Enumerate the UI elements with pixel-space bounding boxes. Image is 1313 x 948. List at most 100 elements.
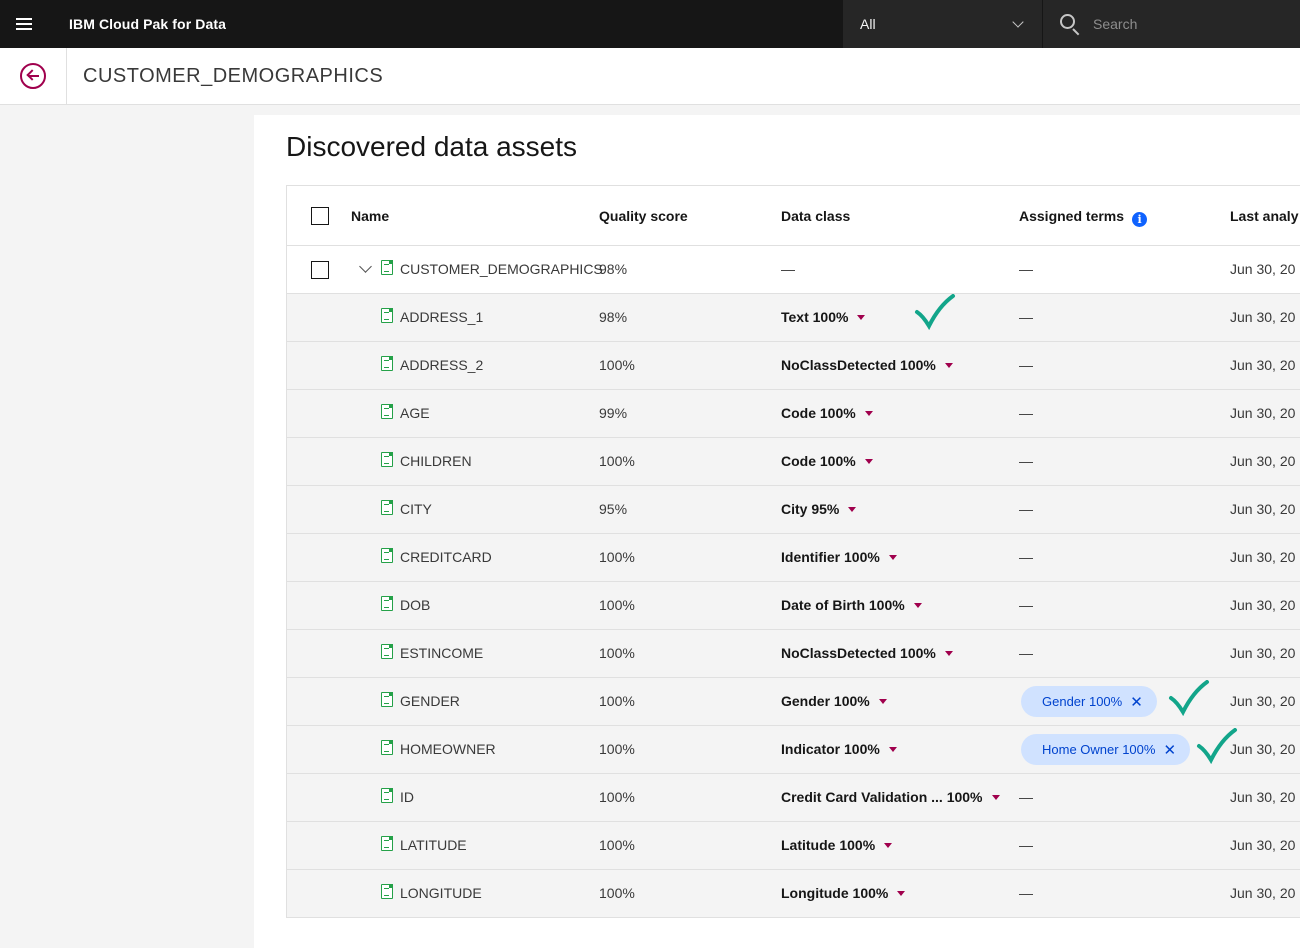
table-row[interactable]: GENDER 100% Gender 100% Jun 30, 20 Gende…	[287, 678, 1300, 726]
main-content: Discovered data assets Name Quality scor…	[254, 115, 1300, 948]
quality-score: 100%	[599, 549, 635, 565]
column-name[interactable]: AGE	[400, 405, 430, 421]
column-name[interactable]: CHILDREN	[400, 453, 472, 469]
caret-down-icon	[913, 603, 922, 608]
table-row[interactable]: ADDRESS_1 98% Text 100% — Jun 30, 20	[287, 294, 1300, 342]
column-file-icon	[381, 644, 393, 659]
data-class-dropdown[interactable]: Latitude 100%	[781, 837, 893, 853]
quality-score: 100%	[599, 597, 635, 613]
data-assets-table: Name Quality score Data class Assigned t…	[286, 185, 1300, 918]
quality-score: 95%	[599, 501, 628, 517]
quality-score: 100%	[599, 741, 635, 757]
column-header-data-class[interactable]: Data class	[781, 208, 850, 224]
data-class-value: Text 100%	[781, 309, 849, 325]
column-name[interactable]: LONGITUDE	[400, 885, 482, 901]
column-name[interactable]: ESTINCOME	[400, 645, 483, 661]
assigned-terms: —	[1019, 357, 1033, 373]
column-header-last-analyzed[interactable]: Last analy	[1230, 208, 1298, 224]
table-row[interactable]: ADDRESS_2 100% NoClassDetected 100% — Ju…	[287, 342, 1300, 390]
hamburger-menu-button[interactable]	[0, 0, 48, 48]
quality-score: 100%	[599, 645, 635, 661]
data-class-dropdown[interactable]: NoClassDetected 100%	[781, 357, 953, 373]
assigned-terms: —	[1019, 261, 1033, 277]
column-name[interactable]: ADDRESS_2	[400, 357, 483, 373]
table-row[interactable]: HOMEOWNER 100% Indicator 100% Jun 30, 20…	[287, 726, 1300, 774]
data-class-value: Date of Birth 100%	[781, 597, 905, 613]
table-row-parent[interactable]: CUSTOMER_DEMOGRAPHICS 98% — — Jun 30, 20	[287, 246, 1300, 294]
table-row[interactable]: DOB 100% Date of Birth 100% — Jun 30, 20	[287, 582, 1300, 630]
data-class-dropdown[interactable]: City 95%	[781, 501, 857, 517]
data-class-dropdown[interactable]: Longitude 100%	[781, 885, 906, 901]
column-name[interactable]: DOB	[400, 597, 430, 613]
column-name[interactable]: ADDRESS_1	[400, 309, 483, 325]
data-class-dropdown[interactable]: Date of Birth 100%	[781, 597, 922, 613]
column-file-icon	[381, 596, 393, 611]
back-button[interactable]	[0, 48, 67, 104]
caret-down-icon	[864, 459, 873, 464]
data-class-value: NoClassDetected 100%	[781, 357, 936, 373]
table-row[interactable]: CREDITCARD 100% Identifier 100% — Jun 30…	[287, 534, 1300, 582]
data-class-dropdown[interactable]: Text 100%	[781, 309, 866, 325]
assigned-term-tag[interactable]: Home Owner 100% ✕	[1021, 734, 1191, 765]
column-name[interactable]: CITY	[400, 501, 432, 517]
menu-icon	[16, 18, 32, 30]
table-row[interactable]: AGE 99% Code 100% — Jun 30, 20	[287, 390, 1300, 438]
term-tag-label: Gender 100%	[1042, 694, 1123, 709]
column-file-icon	[381, 404, 393, 419]
search-scope-dropdown[interactable]: All	[843, 0, 1042, 48]
section-title: Discovered data assets	[286, 131, 578, 162]
remove-term-close-icon[interactable]: ✕	[1163, 741, 1176, 759]
caret-down-icon	[878, 699, 887, 704]
column-name[interactable]: GENDER	[400, 693, 460, 709]
column-name[interactable]: HOMEOWNER	[400, 741, 496, 757]
assigned-terms: —	[1019, 549, 1033, 565]
column-name[interactable]: CREDITCARD	[400, 549, 492, 565]
quality-score: 100%	[599, 693, 635, 709]
table-row[interactable]: ESTINCOME 100% NoClassDetected 100% — Ju…	[287, 630, 1300, 678]
term-tag-label: Home Owner 100%	[1042, 742, 1156, 757]
table-row[interactable]: LONGITUDE 100% Longitude 100% — Jun 30, …	[287, 870, 1300, 918]
remove-term-close-icon[interactable]: ✕	[1130, 693, 1143, 711]
data-class-dropdown[interactable]: NoClassDetected 100%	[781, 645, 953, 661]
torn-edge	[1300, 0, 1313, 948]
caret-down-icon	[864, 411, 873, 416]
column-header-name[interactable]: Name	[351, 208, 389, 224]
chevron-down-icon[interactable]	[359, 260, 372, 273]
column-file-icon	[381, 836, 393, 851]
asset-name[interactable]: CUSTOMER_DEMOGRAPHICS	[400, 261, 603, 277]
info-icon[interactable]: i	[1132, 212, 1148, 227]
table-row[interactable]: ID 100% Credit Card Validation ... 100% …	[287, 774, 1300, 822]
table-row[interactable]: CHILDREN 100% Code 100% — Jun 30, 20	[287, 438, 1300, 486]
data-class-value: Code 100%	[781, 405, 856, 421]
checkmark-annotation-icon	[915, 294, 955, 330]
data-class-dropdown[interactable]: Credit Card Validation ... 100%	[781, 789, 1000, 805]
global-search[interactable]: Search	[1043, 0, 1300, 48]
row-checkbox[interactable]	[311, 261, 329, 279]
table-row[interactable]: CITY 95% City 95% — Jun 30, 20	[287, 486, 1300, 534]
column-header-quality[interactable]: Quality score	[599, 208, 688, 224]
data-class-value: Gender 100%	[781, 693, 870, 709]
caret-down-icon	[991, 795, 1000, 800]
column-file-icon	[381, 500, 393, 515]
column-name[interactable]: ID	[400, 789, 414, 805]
data-class-dropdown[interactable]: Identifier 100%	[781, 549, 897, 565]
table-row[interactable]: LATITUDE 100% Latitude 100% — Jun 30, 20	[287, 822, 1300, 870]
data-class-dropdown[interactable]: Gender 100%	[781, 693, 887, 709]
data-class-dropdown[interactable]: Indicator 100%	[781, 741, 897, 757]
select-all-checkbox[interactable]	[311, 207, 329, 225]
caret-down-icon	[897, 891, 906, 896]
column-header-assigned-terms[interactable]: Assigned terms i	[1019, 208, 1148, 227]
column-file-icon	[381, 884, 393, 899]
assigned-terms: —	[1019, 885, 1033, 901]
search-input[interactable]: Search	[1093, 16, 1137, 32]
left-panel	[0, 105, 254, 948]
assigned-term-tag[interactable]: Gender 100% ✕	[1021, 686, 1157, 717]
assigned-terms: —	[1019, 837, 1033, 853]
data-class-value: Credit Card Validation ... 100%	[781, 789, 983, 805]
column-name[interactable]: LATITUDE	[400, 837, 467, 853]
data-class-dropdown[interactable]: Code 100%	[781, 405, 873, 421]
quality-score: 99%	[599, 405, 628, 421]
scope-value: All	[860, 16, 876, 32]
data-class-dropdown[interactable]: Code 100%	[781, 453, 873, 469]
column-file-icon	[381, 356, 393, 371]
